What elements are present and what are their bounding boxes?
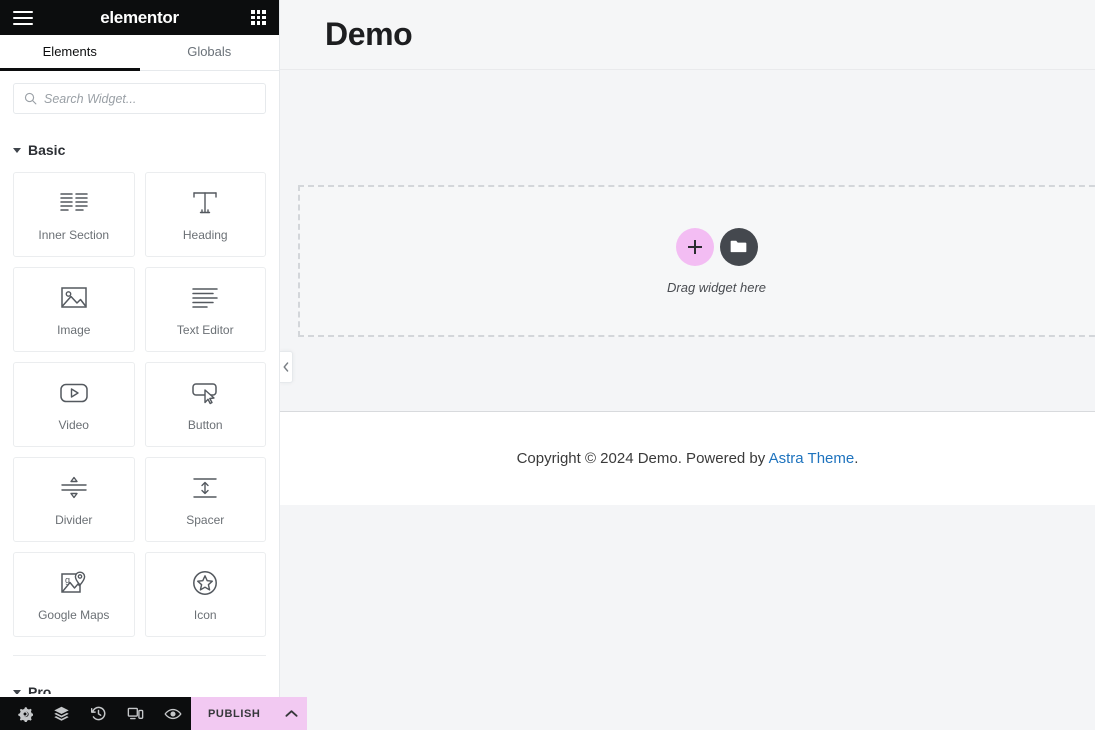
spacer-icon	[191, 472, 219, 504]
page-title: Demo	[325, 16, 413, 52]
widget-text-editor[interactable]: Text Editor	[144, 267, 266, 352]
preview-eye-icon[interactable]	[154, 697, 191, 730]
widget-label: Inner Section	[38, 228, 110, 242]
section-label-pro: Pro	[28, 684, 52, 694]
drop-zone-buttons	[675, 227, 758, 266]
widget-grid: Inner Section Heading Image Text Editor …	[0, 160, 279, 637]
text-editor-icon	[191, 282, 219, 314]
widget-divider[interactable]: Divider	[13, 457, 135, 542]
responsive-devices-icon[interactable]	[117, 697, 154, 730]
folder-icon	[730, 240, 747, 253]
drop-zone[interactable]: Drag widget here	[298, 185, 1095, 337]
widget-inner-section[interactable]: Inner Section	[13, 172, 135, 257]
elementor-logo: elementor	[100, 8, 179, 27]
widget-icon[interactable]: Icon	[144, 552, 266, 637]
footer-tools	[0, 697, 191, 730]
widget-label: Image	[57, 323, 91, 337]
widget-label: Video	[58, 418, 89, 432]
plus-icon	[687, 239, 702, 254]
chevron-left-icon	[283, 362, 289, 372]
tab-globals[interactable]: Globals	[140, 35, 280, 71]
widget-label: Google Maps	[38, 608, 110, 622]
widget-label: Icon	[193, 608, 217, 622]
widget-spacer[interactable]: Spacer	[144, 457, 266, 542]
add-template-button[interactable]	[719, 227, 758, 266]
caret-down-icon	[13, 689, 21, 694]
panel-tabs: Elements Globals	[0, 35, 279, 71]
widget-panel: elementor Elements Globals Search Widget…	[0, 0, 308, 730]
hamburger-icon[interactable]	[13, 10, 33, 25]
section-header-pro[interactable]: Pro	[0, 682, 279, 694]
navigator-layers-icon[interactable]	[43, 697, 80, 730]
video-icon	[59, 377, 89, 409]
divider-icon	[60, 472, 88, 504]
widget-label: Divider	[55, 513, 93, 527]
search-input[interactable]	[44, 91, 255, 106]
star-icon	[191, 567, 219, 599]
astra-theme-link[interactable]: Astra Theme	[769, 450, 855, 467]
panel-footer-bar: PUBLISH	[0, 697, 308, 730]
panel-body: Elements Globals Basic	[0, 35, 279, 694]
add-section-button[interactable]	[675, 227, 714, 266]
button-icon	[190, 377, 220, 409]
copyright-prefix: Copyright © 2024 Demo. Powered by	[516, 450, 769, 467]
caret-down-icon	[13, 147, 21, 153]
widget-label: Spacer	[186, 513, 225, 527]
publish-button[interactable]: PUBLISH	[191, 708, 275, 720]
widget-label: Heading	[182, 228, 228, 242]
panel-header: elementor	[0, 0, 279, 35]
search-box[interactable]	[13, 83, 266, 114]
search-icon	[24, 92, 37, 105]
google-maps-icon: g	[60, 567, 88, 599]
copyright-text: Copyright © 2024 Demo. Powered by Astra …	[517, 450, 859, 467]
elementor-editor: elementor Elements Globals Search Widget…	[0, 0, 1095, 730]
inner-section-icon	[59, 187, 89, 219]
widget-heading[interactable]: Heading	[144, 172, 266, 257]
preview-canvas: Demo Drag widget here Copyright © 2024 D…	[280, 0, 1095, 730]
widget-google-maps[interactable]: g Google Maps	[13, 552, 135, 637]
settings-gear-icon[interactable]	[6, 697, 43, 730]
widget-label: Button	[187, 418, 223, 432]
drop-zone-hint: Drag widget here	[667, 279, 766, 295]
tab-elements[interactable]: Elements	[0, 35, 140, 71]
section-label-basic: Basic	[28, 142, 66, 158]
section-header-basic[interactable]: Basic	[0, 140, 279, 160]
content-area: Drag widget here	[280, 70, 1095, 411]
section-divider	[13, 655, 266, 656]
drop-zone-inner: Drag widget here	[667, 227, 766, 295]
widget-button[interactable]: Button	[144, 362, 266, 447]
copyright-suffix: .	[854, 450, 859, 467]
heading-icon	[191, 187, 219, 219]
history-clock-icon[interactable]	[80, 697, 117, 730]
site-footer: Copyright © 2024 Demo. Powered by Astra …	[280, 411, 1095, 505]
widget-video[interactable]: Video	[13, 362, 135, 447]
search-container	[0, 71, 279, 114]
image-icon	[60, 282, 88, 314]
widget-label: Text Editor	[176, 323, 234, 337]
chevron-up-icon[interactable]	[275, 697, 307, 730]
widget-image[interactable]: Image	[13, 267, 135, 352]
panel-collapse-handle[interactable]	[280, 351, 293, 383]
publish-group: PUBLISH	[191, 697, 308, 730]
site-header: Demo	[280, 0, 1095, 70]
grid-apps-icon[interactable]	[251, 10, 266, 25]
